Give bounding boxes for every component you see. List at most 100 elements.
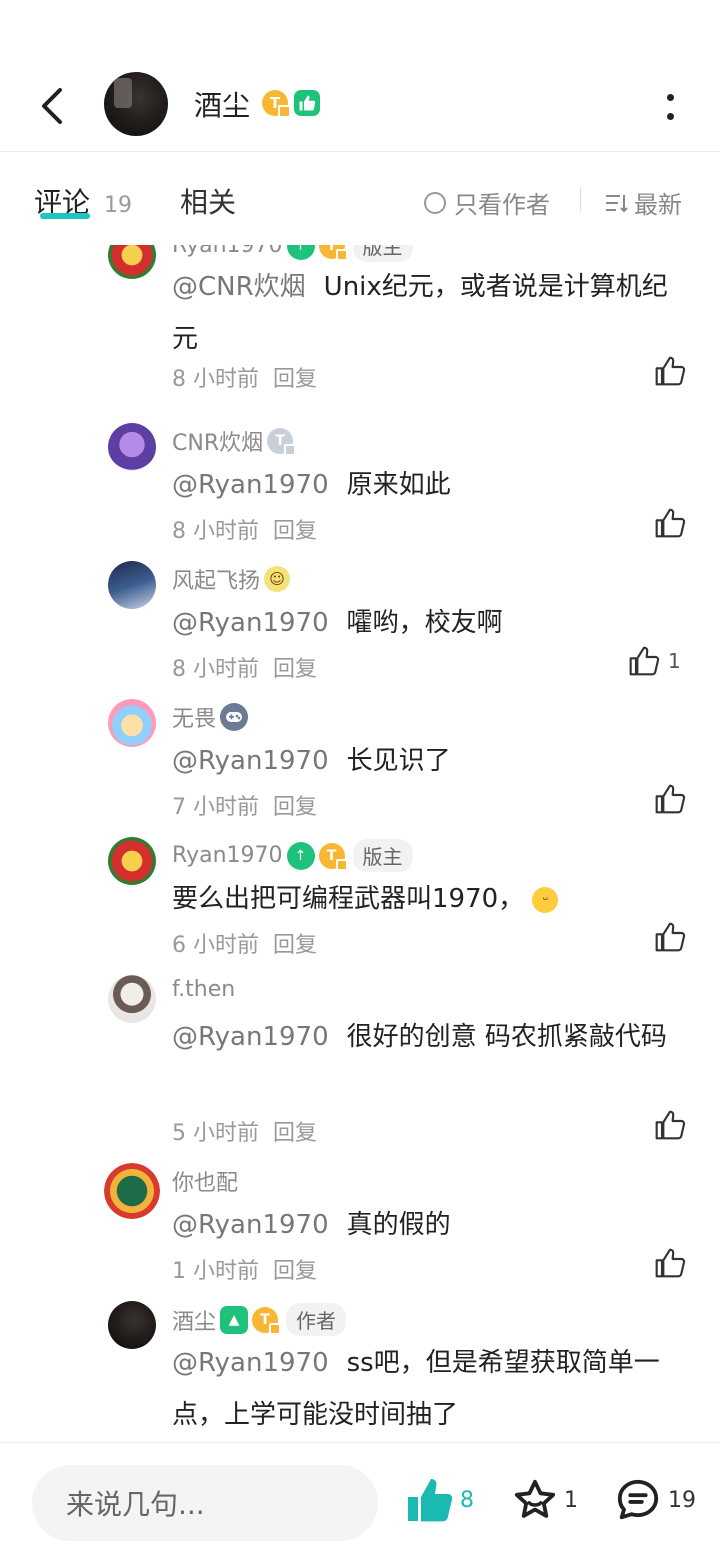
thumb-up-icon	[655, 1248, 686, 1278]
reply-button[interactable]: 回复	[273, 519, 317, 544]
role-tag: 版主	[352, 245, 413, 262]
comment-meta: 1 小时前 回复	[172, 1253, 317, 1285]
more-dot-icon	[666, 94, 674, 101]
commenter-name[interactable]: 酒尘 ▲ T 作者	[172, 1303, 347, 1336]
comment-text: @Ryan1970 很好的创意 码农抓紧敲代码	[172, 1022, 667, 1052]
mention-link[interactable]: @Ryan1970	[172, 470, 329, 500]
top-bar: 酒尘 T	[0, 60, 720, 152]
back-arrow-icon	[42, 88, 62, 124]
commenter-name[interactable]: 风起飞扬 ☺	[172, 563, 291, 595]
level-badge-icon: ↑	[286, 245, 315, 260]
comment-meta: 8 小时前 回复	[172, 513, 317, 545]
like-button[interactable]	[654, 355, 686, 387]
like-count: 1	[668, 649, 681, 673]
commenter-avatar[interactable]	[108, 1301, 156, 1349]
author-name[interactable]: 酒尘	[194, 84, 250, 124]
thumb-up-icon	[655, 508, 686, 538]
comment-text: @Ryan1970 长见识了	[172, 746, 451, 776]
comments-button[interactable]: 19	[614, 1477, 696, 1523]
comment-bubble-icon	[617, 1479, 659, 1520]
comment-tabs: 评论 19 相关 只看作者 最新	[0, 153, 720, 245]
author-avatar[interactable]	[104, 72, 168, 136]
thumb-up-icon	[655, 784, 686, 814]
post-detail-page: 酒尘 T 评论 19 相关 只看作者 最新 Ryan1970 ↑ T 版主 @C…	[0, 0, 720, 1560]
commenter-name[interactable]: f.then	[172, 977, 235, 1002]
avatar-pendant-icon: ☺	[264, 566, 291, 592]
like-button[interactable]	[654, 1247, 686, 1279]
thumb-up-icon	[629, 646, 660, 676]
like-button[interactable]	[654, 921, 686, 953]
like-button[interactable]	[654, 507, 686, 539]
radio-circle-icon	[424, 191, 446, 214]
commenter-name[interactable]: Ryan1970 ↑ T 版主	[172, 839, 413, 872]
comment-meta: 5 小时前 回复	[172, 1115, 317, 1147]
commenter-name[interactable]: Ryan1970 ↑ T 版主	[172, 245, 413, 262]
comment-text: @CNR炊烟 Unix纪元，或者说是计算机纪元	[172, 272, 668, 354]
comment-count: 19	[668, 1487, 696, 1513]
t-badge-icon: T	[318, 842, 348, 871]
commenter-name[interactable]: CNR炊烟 T	[172, 425, 297, 457]
comment-meta: 8 小时前 回复	[172, 651, 317, 683]
like-button[interactable]	[654, 1109, 686, 1141]
only-author-label: 只看作者	[454, 191, 550, 219]
post-like-button[interactable]: 8	[406, 1477, 474, 1523]
commenter-avatar[interactable]	[108, 423, 156, 471]
commenter-name[interactable]: 你也配	[172, 1165, 238, 1197]
reply-button[interactable]: 回复	[273, 933, 317, 958]
mention-link[interactable]: @CNR炊烟	[172, 272, 306, 302]
star-icon	[514, 1479, 556, 1518]
commenter-avatar[interactable]	[108, 975, 156, 1023]
comment-meta: 7 小时前 回复	[172, 789, 317, 821]
author-badges: T	[262, 90, 320, 118]
commenter-avatar[interactable]	[108, 245, 156, 279]
reply-button[interactable]: 回复	[273, 1259, 317, 1284]
reply-button[interactable]: 回复	[273, 367, 317, 392]
like-button[interactable]	[654, 783, 686, 815]
like-button[interactable]: 1	[628, 645, 681, 677]
comment-meta: 6 小时前 回复	[172, 927, 317, 959]
commenter-avatar[interactable]	[108, 561, 156, 609]
mention-link[interactable]: @Ryan1970	[172, 746, 329, 776]
reply-button[interactable]: 回复	[273, 657, 317, 682]
t-badge-icon: T	[262, 90, 291, 118]
commenter-avatar[interactable]	[104, 1163, 160, 1219]
tab-divider	[580, 187, 581, 211]
level-badge-icon: ↑	[286, 841, 315, 870]
role-tag: 作者	[286, 1303, 347, 1336]
reply-button[interactable]: 回复	[273, 795, 317, 820]
mention-link[interactable]: @Ryan1970	[172, 608, 329, 638]
commenter-avatar[interactable]	[108, 699, 156, 747]
comment-list[interactable]: Ryan1970 ↑ T 版主 @CNR炊烟 Unix纪元，或者说是计算机纪元 8…	[0, 245, 720, 1441]
tab-related[interactable]: 相关	[180, 181, 236, 221]
mention-link[interactable]: @Ryan1970	[172, 1022, 329, 1052]
more-dot-icon	[666, 113, 674, 120]
thumb-badge-icon: ▲	[220, 1305, 249, 1334]
thumb-up-filled-icon	[408, 1479, 453, 1522]
comment-text: @Ryan1970 嚯哟，校友啊	[172, 608, 503, 638]
back-button[interactable]	[32, 86, 72, 126]
comment-time: 8 小时前	[172, 657, 259, 682]
t-badge-silver-icon: T	[267, 428, 297, 456]
reply-button[interactable]: 回复	[273, 1121, 317, 1146]
mention-link[interactable]: @Ryan1970	[172, 1210, 329, 1240]
commenter-avatar[interactable]	[108, 837, 156, 885]
mention-link[interactable]: @Ryan1970	[172, 1348, 329, 1378]
commenter-name[interactable]: 无畏	[172, 701, 249, 733]
comment-meta: 8 小时前 回复	[172, 361, 317, 393]
t-badge-icon: T	[318, 245, 348, 261]
comment-time: 7 小时前	[172, 795, 259, 820]
comment-text: @Ryan1970 真的假的	[172, 1210, 451, 1240]
post-like-count: 8	[460, 1487, 474, 1513]
comment-time: 5 小时前	[172, 1121, 259, 1146]
comment-text: 要么出把可编程武器叫1970， ᵕ	[172, 873, 682, 925]
comment-text: @Ryan1970 原来如此	[172, 470, 451, 500]
favorite-button[interactable]: 1	[512, 1477, 578, 1523]
sort-lines-icon	[606, 194, 628, 212]
sort-toggle[interactable]: 最新	[604, 185, 682, 220]
only-author-toggle[interactable]: 只看作者	[424, 185, 550, 220]
thumb-up-icon	[655, 1110, 686, 1140]
comment-input[interactable]: 来说几句...	[32, 1465, 378, 1541]
grinning-emoji-icon: ᵕ	[532, 886, 559, 913]
favorite-count: 1	[564, 1487, 578, 1513]
more-options-button[interactable]	[666, 94, 674, 120]
